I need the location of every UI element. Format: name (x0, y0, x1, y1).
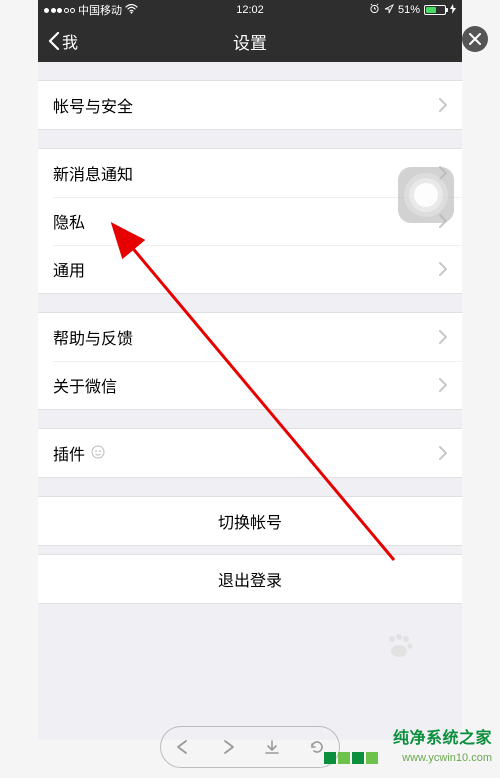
cell-plugins[interactable]: 插件 (38, 429, 462, 477)
phone-screen: 中国移动 12:02 51% 我 设置 (38, 0, 462, 740)
chevron-left-icon (48, 32, 60, 50)
prev-icon[interactable] (171, 735, 195, 759)
watermark-title: 纯净系统之家 (393, 724, 492, 748)
battery-icon (424, 5, 446, 15)
viewer-toolbar (160, 726, 340, 768)
chevron-right-icon (439, 446, 447, 460)
cell-label: 插件 (53, 441, 85, 465)
location-icon (384, 4, 394, 17)
signal-dots-icon (44, 8, 75, 13)
wifi-icon (125, 4, 138, 17)
next-icon[interactable] (216, 735, 240, 759)
back-button[interactable]: 我 (48, 29, 78, 53)
cell-label: 通用 (53, 257, 85, 281)
cell-label: 切换帐号 (218, 509, 282, 533)
cell-label: 关于微信 (53, 373, 117, 397)
cell-logout[interactable]: 退出登录 (38, 555, 462, 603)
assistive-touch-button[interactable] (398, 167, 454, 223)
charging-icon (450, 4, 456, 17)
cell-about[interactable]: 关于微信 (38, 361, 462, 409)
plugin-badge-icon (91, 445, 105, 462)
cell-switch-account[interactable]: 切换帐号 (38, 497, 462, 545)
chevron-right-icon (439, 98, 447, 112)
cell-general[interactable]: 通用 (38, 245, 462, 293)
cell-label: 帮助与反馈 (53, 325, 133, 349)
cell-label: 帐号与安全 (53, 93, 133, 117)
cell-label: 新消息通知 (53, 161, 133, 185)
download-icon[interactable] (260, 735, 284, 759)
alarm-icon (369, 3, 380, 17)
chevron-right-icon (439, 330, 447, 344)
battery-pct: 51% (398, 4, 420, 16)
close-icon[interactable] (462, 26, 488, 52)
clock: 12:02 (236, 4, 264, 16)
watermark-logo-icon (324, 752, 378, 764)
status-bar: 中国移动 12:02 51% (38, 0, 462, 20)
paw-watermark-icon (384, 633, 414, 668)
carrier-label: 中国移动 (78, 2, 122, 18)
watermark-url: www.ycwin10.com (402, 752, 492, 764)
cell-label: 隐私 (53, 209, 85, 233)
cell-help-feedback[interactable]: 帮助与反馈 (38, 313, 462, 361)
settings-list: 帐号与安全 新消息通知 隐私 通用 帮助与反馈 (38, 62, 462, 604)
chevron-right-icon (439, 262, 447, 276)
back-label: 我 (62, 29, 78, 53)
nav-bar: 我 设置 (38, 20, 462, 62)
cell-account-security[interactable]: 帐号与安全 (38, 81, 462, 129)
cell-label: 退出登录 (218, 567, 282, 591)
page-title: 设置 (233, 29, 267, 54)
chevron-right-icon (439, 378, 447, 392)
